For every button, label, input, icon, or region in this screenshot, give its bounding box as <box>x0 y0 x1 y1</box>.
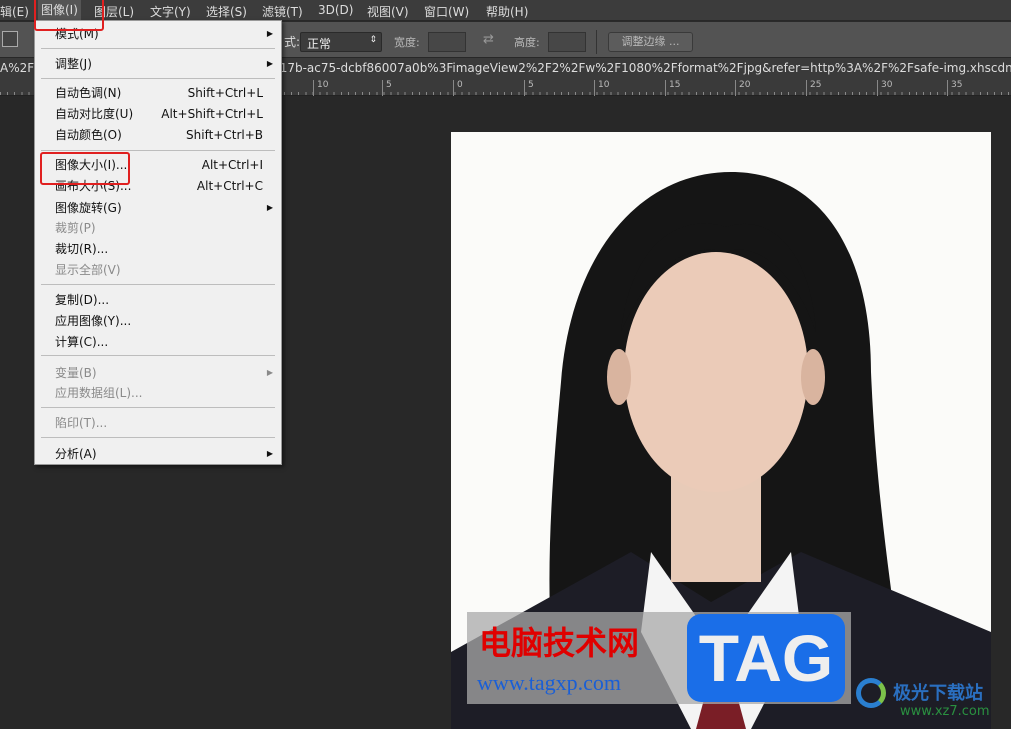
menu-item: 显示全部(V) <box>55 260 267 280</box>
style-value: 正常 <box>307 37 332 51</box>
ruler-label: 5 <box>524 80 534 96</box>
menu-bar: 辑(E) 图像(I) 图层(L) 文字(Y) 选择(S) 滤镜(T) 3D(D)… <box>0 0 1011 20</box>
watermark-url: www.tagxp.com <box>477 670 621 695</box>
menu-item[interactable]: 计算(C)... <box>55 332 267 352</box>
highlight-image-size <box>40 152 130 185</box>
refine-edge-button[interactable]: 调整边缘 ... <box>608 32 693 52</box>
swap-icon[interactable]: ⇄ <box>483 32 494 47</box>
menu-item[interactable]: 复制(D)... <box>55 290 267 310</box>
watermark-banner: 电脑技术网 www.tagxp.com TAG <box>467 612 851 704</box>
submenu-arrow-icon: ▶ <box>266 203 273 212</box>
ruler-label: 30 <box>877 80 892 96</box>
menu-item-label: 裁剪(P) <box>55 221 96 235</box>
menu-separator <box>41 437 275 438</box>
menu-item[interactable]: 裁切(R)... <box>55 239 267 259</box>
style-label: 式: <box>284 35 301 49</box>
width-label: 宽度: <box>394 36 420 49</box>
menu-item-label: 自动颜色(O) <box>55 128 122 142</box>
menu-item[interactable]: 自动颜色(O) Shift+Ctrl+B <box>55 125 267 145</box>
menu-item-label: 调整(J) <box>55 57 92 71</box>
selection-mode-icon[interactable] <box>2 31 18 47</box>
submenu-arrow-icon: ▶ <box>266 368 273 377</box>
ruler-label: 15 <box>665 80 680 96</box>
style-select[interactable]: 正常 ⇕ <box>300 32 382 52</box>
menu-item-label: 陷印(T)... <box>55 416 108 430</box>
menu-item-label: 计算(C)... <box>55 335 109 349</box>
ruler-label: 0 <box>453 80 463 96</box>
height-input[interactable] <box>548 32 586 52</box>
menu-view[interactable]: 视图(V) <box>367 3 409 20</box>
menu-item-label: 复制(D)... <box>55 293 110 307</box>
height-label: 高度: <box>514 36 540 49</box>
menu-item-shortcut: Shift+Ctrl+L <box>187 86 263 100</box>
menu-window[interactable]: 窗口(W) <box>424 3 469 20</box>
ruler-label: 10 <box>594 80 609 96</box>
menu-item-shortcut: Shift+Ctrl+B <box>186 128 263 142</box>
menu-item-label: 裁切(R)... <box>55 242 109 256</box>
menu-item[interactable]: 自动色调(N) Shift+Ctrl+L <box>55 83 267 103</box>
menu-filter[interactable]: 滤镜(T) <box>262 3 303 20</box>
menu-item-label: 自动对比度(U) <box>55 107 134 121</box>
menu-item[interactable]: 调整(J) ▶ <box>55 54 273 74</box>
menu-item-label: 变量(B) <box>55 366 97 380</box>
menu-item-shortcut: Alt+Ctrl+I <box>201 158 263 172</box>
menu-item-label: 应用数据组(L)... <box>55 386 143 400</box>
submenu-arrow-icon: ▶ <box>266 449 273 458</box>
ruler-label: 5 <box>382 80 392 96</box>
menu-edit[interactable]: 辑(E) <box>0 3 29 20</box>
menu-separator <box>41 355 275 356</box>
menu-item: 裁剪(P) <box>55 218 267 238</box>
menu-item[interactable]: 自动对比度(U) Alt+Shift+Ctrl+L <box>55 104 267 124</box>
tag-logo: TAG <box>687 614 845 702</box>
ruler-label: 25 <box>806 80 821 96</box>
ruler-label: 20 <box>735 80 750 96</box>
menu-separator <box>41 48 275 49</box>
menu-item[interactable]: 分析(A) ▶ <box>55 444 273 464</box>
menu-item: 变量(B) ▶ <box>55 363 273 383</box>
ruler-label: 35 <box>947 80 962 96</box>
menu-item[interactable]: 图像旋转(G) ▶ <box>55 198 273 218</box>
menu-item-label: 分析(A) <box>55 447 97 461</box>
submenu-arrow-icon: ▶ <box>266 59 273 68</box>
menu-item-label: 图像旋转(G) <box>55 201 122 215</box>
menu-item-shortcut: Alt+Shift+Ctrl+L <box>161 107 263 121</box>
menu-item-label: 显示全部(V) <box>55 263 121 277</box>
ruler-label: 10 <box>313 80 328 96</box>
menu-3d[interactable]: 3D(D) <box>318 3 353 17</box>
menu-help[interactable]: 帮助(H) <box>486 3 528 20</box>
watermark-url2: www.xz7.com <box>900 704 990 719</box>
menu-item-label: 自动色调(N) <box>55 86 122 100</box>
watermark-site2: 极光下载站 <box>893 683 983 704</box>
menu-item: 陷印(T)... <box>55 413 267 433</box>
highlight-image-menu <box>34 0 104 31</box>
menu-item-label: 应用图像(Y)... <box>55 314 132 328</box>
submenu-arrow-icon: ▶ <box>266 29 273 38</box>
width-input[interactable] <box>428 32 466 52</box>
menu-type[interactable]: 文字(Y) <box>150 3 191 20</box>
menu-item[interactable]: 应用图像(Y)... <box>55 311 267 331</box>
menu-separator <box>41 150 275 151</box>
menu-separator <box>41 284 275 285</box>
watermark-cn: 电脑技术网 <box>479 624 640 662</box>
menu-item-shortcut: Alt+Ctrl+C <box>196 179 263 193</box>
image-menu-dropdown: 模式(M) ▶ 调整(J) ▶ 自动色调(N) Shift+Ctrl+L 自动对比度(U) A… <box>34 20 282 465</box>
menu-item: 应用数据组(L)... <box>55 383 267 403</box>
xz7-logo-icon <box>856 678 886 708</box>
menu-select[interactable]: 选择(S) <box>206 3 247 20</box>
menu-separator <box>41 407 275 408</box>
menu-separator <box>41 78 275 79</box>
